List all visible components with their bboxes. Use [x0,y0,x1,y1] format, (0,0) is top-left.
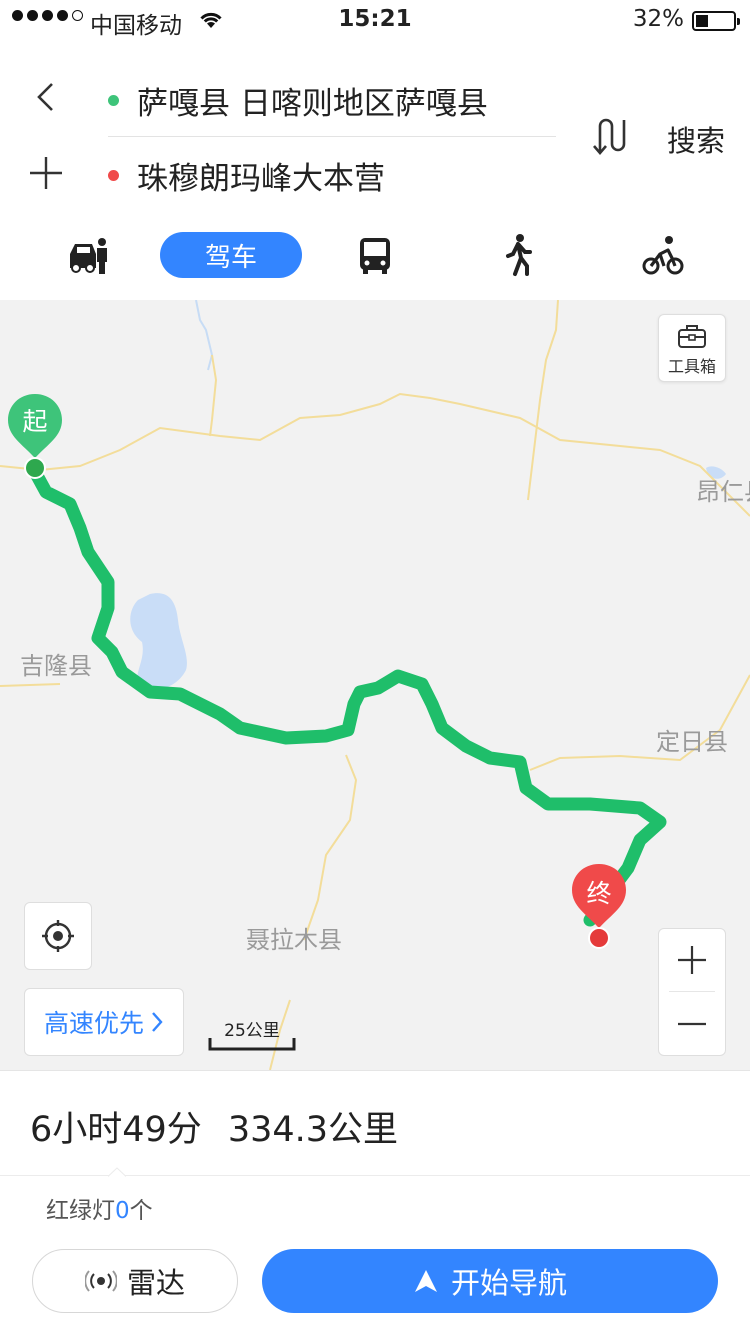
scale-bar [208,1038,296,1051]
start-navigation-button[interactable]: 开始导航 [262,1249,718,1313]
origin-text: 萨嘎县 日喀则地区萨嘎县 [137,86,488,122]
map-canvas [0,300,750,1070]
chevron-right-icon [152,1012,163,1032]
route-distance: 334.3公里 [227,1110,399,1150]
origin-dot-icon [108,95,119,106]
zoom-out-button[interactable] [659,993,725,1055]
destination-dot-icon [108,170,119,181]
plus-icon [678,946,706,974]
highway-preference-label: 高速优先 [43,1009,144,1038]
route-summary-panel: 6小时49分 334.3公里 红绿灯0个 雷达 开始导航 [0,1070,750,1335]
route-duration: 6小时49分 [30,1110,202,1150]
tab-drive[interactable]: 驾车 [160,232,302,278]
field-divider [108,136,556,137]
zoom-divider [669,991,715,992]
route-summary[interactable]: 6小时49分 334.3公里 [30,1101,424,1152]
toolbox-label: 工具箱 [667,357,716,376]
place-label-nielamu: 聂拉木县 [246,926,342,954]
origin-field[interactable]: 萨嘎县 日喀则地区萨嘎县 [108,78,488,123]
place-label-jilong: 吉隆县 [20,652,92,680]
locate-button[interactable] [24,902,92,970]
back-icon[interactable] [32,82,62,112]
end-marker-label: 终 [586,879,612,908]
battery-icon [692,11,740,31]
transport-mode-tabs: 驾车 [0,232,750,284]
map-scale: 25公里 [208,1016,296,1054]
radar-button[interactable]: 雷达 [32,1249,238,1313]
battery-percentage: 32% [632,6,684,32]
destination-field[interactable]: 珠穆朗玛峰大本营 [108,153,385,198]
caret-up-icon [108,1167,126,1177]
status-bar: 中国移动 15:21 32% [0,0,750,40]
radar-label: 雷达 [126,1266,185,1300]
swap-route-icon[interactable] [588,114,628,156]
toolbox-icon [678,325,706,348]
traffic-lights-info: 红绿灯0个 [46,1191,153,1225]
place-label-angren: 昂仁县 [696,478,750,506]
search-button[interactable]: 搜索 [667,118,725,160]
traffic-lights-unit: 个 [129,1198,153,1224]
bus-icon[interactable] [358,232,392,278]
map-view[interactable]: 起 终 吉隆县 定日县 聂拉木县 昂仁县 工具箱 高速优先 2 [0,300,750,1070]
start-marker-label: 起 [22,407,48,436]
traffic-lights-count: 0 [115,1198,130,1224]
traffic-lights-label: 红绿灯 [46,1198,115,1224]
route-line [27,463,667,927]
minus-icon [678,1022,706,1026]
highway-preference-button[interactable]: 高速优先 [24,988,184,1056]
bike-icon[interactable] [642,232,684,278]
place-label-dingri: 定日县 [656,728,728,756]
navigation-arrow-icon [414,1270,437,1292]
zoom-controls [658,928,726,1056]
taxi-icon[interactable] [66,232,110,278]
start-navigation-label: 开始导航 [450,1266,567,1300]
crosshair-icon [42,920,74,952]
zoom-in-button[interactable] [659,929,725,991]
walk-icon[interactable] [505,232,533,278]
add-waypoint-icon[interactable] [28,155,64,191]
destination-text: 珠穆朗玛峰大本营 [137,161,385,197]
radar-icon [84,1270,117,1292]
toolbox-button[interactable]: 工具箱 [658,314,726,382]
